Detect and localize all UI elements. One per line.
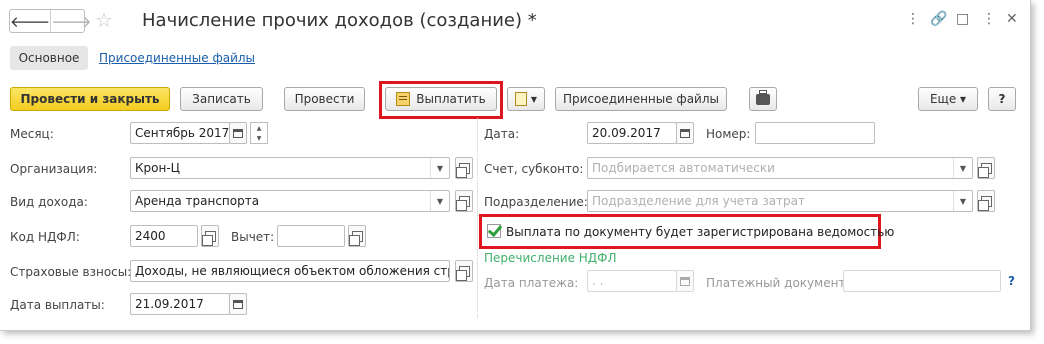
organization-value: Крон-Ц (135, 161, 180, 175)
ndfl-code-open-button[interactable] (201, 225, 219, 247)
create-based-on-button[interactable]: ▼ (507, 87, 545, 111)
calendar-icon (233, 128, 243, 138)
forward-arrow-icon[interactable]: 🡒 (51, 10, 91, 32)
payroll-checkbox[interactable] (487, 224, 501, 238)
ndfl-transfer-header: Перечисление НДФЛ (484, 251, 617, 265)
nav-buttons: 🡐 🡒 (9, 9, 91, 33)
insurance-label: Страховые взносы: (10, 265, 132, 279)
payment-date-calendar-button[interactable] (676, 270, 694, 292)
account-label: Счет, субконто: (484, 162, 584, 176)
month-label: Месяц: (10, 127, 54, 141)
open-icon (455, 162, 470, 178)
income-type-label: Вид дохода: (10, 195, 88, 209)
date-calendar-button[interactable] (676, 122, 694, 144)
attached-files-button[interactable]: Присоединенные файлы (555, 87, 727, 111)
form-window: 🡐 🡒 ☆ Начисление прочих доходов (создани… (0, 0, 1031, 331)
organization-open-button[interactable] (455, 157, 473, 179)
payment-date-label: Дата платежа: (484, 276, 579, 290)
division-label: Подразделение: (484, 195, 588, 209)
post-and-close-button[interactable]: Провести и закрыть (10, 87, 170, 111)
tab-attached-files[interactable]: Присоединенные файлы (99, 51, 255, 65)
month-spin-button[interactable]: ▲ ▼ (250, 122, 268, 144)
pay-icon (396, 92, 411, 106)
back-arrow-icon[interactable]: 🡐 (10, 10, 52, 32)
close-icon[interactable]: ✕ (1006, 11, 1018, 27)
favorite-star-icon[interactable]: ☆ (95, 10, 113, 30)
pay-date-field[interactable]: 21.09.2017 (130, 293, 230, 315)
number-field[interactable] (755, 122, 875, 144)
calendar-icon (680, 276, 690, 286)
account-field[interactable]: Подбирается автоматически ▼ (587, 157, 973, 179)
pay-button-label: Выплатить (416, 92, 486, 106)
payroll-checkbox-label[interactable]: Выплата по документу будет зарегистриров… (506, 225, 894, 239)
division-field[interactable]: Подразделение для учета затрат ▼ (587, 190, 973, 212)
pay-date-label: Дата выплаты: (10, 298, 105, 312)
tab-main[interactable]: Основное (10, 46, 88, 70)
more-options-icon[interactable]: ⋮ (982, 11, 996, 27)
payment-document-label: Платежный документ: (706, 276, 850, 290)
dropdown-arrow-icon[interactable]: ▼ (430, 191, 449, 211)
date-label: Дата: (484, 127, 520, 141)
month-calendar-button[interactable] (229, 122, 247, 144)
open-icon (977, 195, 992, 211)
open-icon (455, 265, 470, 281)
deduction-open-button[interactable] (348, 225, 366, 247)
help-button[interactable]: ? (988, 87, 1016, 111)
open-icon (977, 162, 992, 178)
print-button[interactable] (749, 87, 777, 111)
organization-field[interactable]: Крон-Ц ▼ (130, 157, 450, 179)
insurance-open-button[interactable] (455, 260, 473, 282)
division-open-button[interactable] (977, 190, 995, 212)
number-label: Номер: (706, 127, 751, 141)
account-open-button[interactable] (977, 157, 995, 179)
printer-icon (756, 89, 770, 105)
open-icon (348, 230, 363, 246)
more-menu-button[interactable]: Еще ▾ (918, 87, 978, 111)
ndfl-code-label: Код НДФЛ: (10, 230, 80, 244)
insurance-field[interactable]: Доходы, не являющиеся объектом обложения… (130, 260, 450, 282)
maximize-icon[interactable]: □ (956, 11, 969, 27)
income-type-open-button[interactable] (455, 190, 473, 212)
pay-button[interactable]: Выплатить (385, 87, 497, 111)
income-type-field[interactable]: Аренда транспорта ▼ (130, 190, 450, 212)
dropdown-arrow-icon[interactable]: ▼ (953, 191, 972, 211)
month-field[interactable]: Сентябрь 2017 (130, 122, 230, 144)
ndfl-code-field[interactable]: 2400 (130, 225, 198, 247)
link-icon[interactable]: 🔗 (930, 11, 947, 27)
calendar-icon (233, 299, 243, 309)
payment-date-value: . . (592, 274, 604, 288)
payment-document-field[interactable] (843, 270, 1001, 292)
more-vert-icon[interactable]: ⋮ (906, 11, 920, 27)
dropdown-arrow-icon[interactable]: ▼ (430, 158, 449, 178)
chevron-down-icon: ▼ (530, 94, 538, 104)
spin-down-icon: ▼ (256, 134, 262, 142)
pay-date-calendar-button[interactable] (229, 293, 247, 315)
account-placeholder: Подбирается автоматически (592, 161, 775, 175)
calendar-icon (680, 128, 690, 138)
spin-up-icon: ▲ (256, 124, 262, 132)
open-icon (201, 230, 216, 246)
dropdown-arrow-icon[interactable]: ▼ (953, 158, 972, 178)
post-button[interactable]: Провести (284, 87, 365, 111)
page-title: Начисление прочих доходов (создание) * (142, 10, 537, 31)
payment-date-field[interactable]: . . (587, 270, 677, 292)
income-type-value: Аренда транспорта (135, 194, 260, 208)
organization-label: Организация: (10, 162, 98, 176)
deduction-label: Вычет: (231, 230, 275, 244)
document-gear-icon (514, 92, 527, 106)
save-button[interactable]: Записать (180, 87, 263, 111)
division-placeholder: Подразделение для учета затрат (592, 194, 806, 208)
payment-help-icon[interactable]: ? (1008, 274, 1015, 288)
deduction-field[interactable] (277, 225, 345, 247)
open-icon (455, 195, 470, 211)
date-field[interactable]: 20.09.2017 (587, 122, 677, 144)
